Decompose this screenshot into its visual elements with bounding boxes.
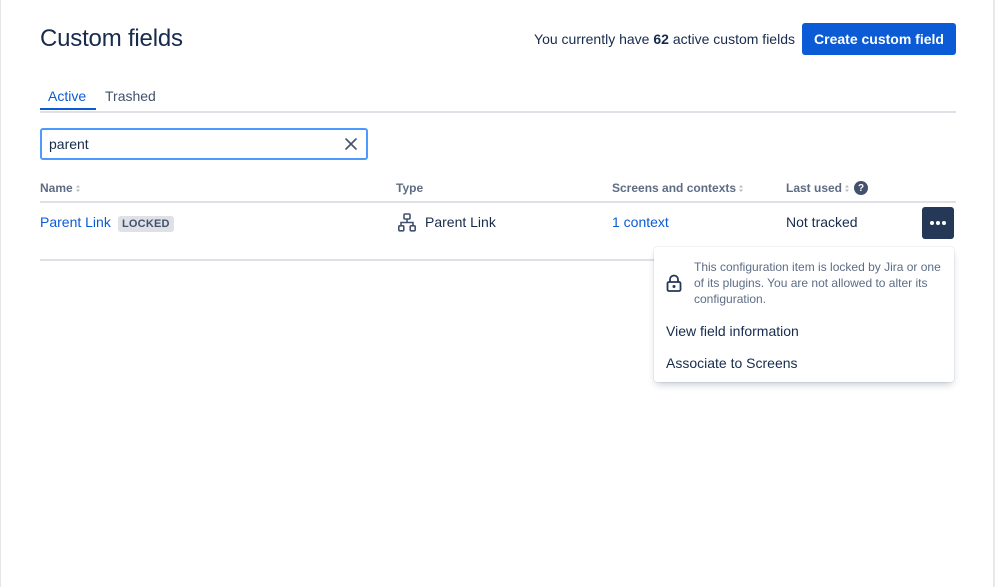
- help-icon[interactable]: ?: [854, 181, 869, 195]
- column-header-last-used[interactable]: Last used ?: [786, 181, 869, 195]
- locked-message: This configuration item is locked by Jir…: [694, 260, 941, 306]
- column-header-name[interactable]: Name: [40, 181, 81, 195]
- last-used-value: Not tracked: [786, 214, 858, 230]
- menu-item-view-field-information[interactable]: View field information: [666, 323, 799, 339]
- active-fields-count: 62: [653, 31, 669, 47]
- create-custom-field-button[interactable]: Create custom field: [802, 23, 956, 55]
- column-header-name-label: Name: [40, 181, 73, 195]
- search-field: [40, 128, 368, 160]
- search-input[interactable]: [49, 134, 329, 154]
- active-tab-indicator: [40, 108, 96, 110]
- hierarchy-icon: [398, 213, 416, 232]
- window-border-left: [0, 0, 1, 587]
- active-fields-summary: You currently have 62 active custom fiel…: [534, 31, 795, 47]
- summary-prefix: You currently have: [534, 31, 654, 47]
- sort-icon: [75, 184, 80, 192]
- sort-icon: [845, 184, 850, 192]
- column-header-type: Type: [396, 181, 423, 195]
- contexts-link[interactable]: 1 context: [612, 214, 669, 230]
- column-header-screens[interactable]: Screens and contexts: [612, 181, 744, 195]
- field-name-link[interactable]: Parent Link: [40, 214, 111, 230]
- column-header-last-used-label: Last used: [786, 181, 843, 195]
- actions-dropdown-menu: This configuration item is locked by Jir…: [654, 247, 954, 382]
- tab-active[interactable]: Active: [48, 88, 86, 104]
- summary-suffix: active custom fields: [668, 31, 795, 47]
- more-actions-button[interactable]: [922, 207, 954, 239]
- column-header-screens-label: Screens and contexts: [612, 181, 737, 195]
- more-icon: [930, 221, 946, 225]
- sort-icon: [739, 184, 744, 192]
- clear-search-icon[interactable]: [344, 137, 358, 151]
- table-row-divider: [40, 259, 656, 261]
- column-header-type-label: Type: [396, 181, 424, 195]
- menu-item-associate-to-screens[interactable]: Associate to Screens: [666, 355, 798, 371]
- table-header-divider: [40, 201, 956, 203]
- locked-badge: LOCKED: [118, 216, 174, 232]
- field-type: Parent Link: [425, 214, 496, 230]
- tabs: Active Trashed: [40, 86, 956, 113]
- tab-trashed[interactable]: Trashed: [105, 88, 156, 104]
- lock-icon: [666, 274, 682, 292]
- page-title: Custom fields: [40, 25, 183, 52]
